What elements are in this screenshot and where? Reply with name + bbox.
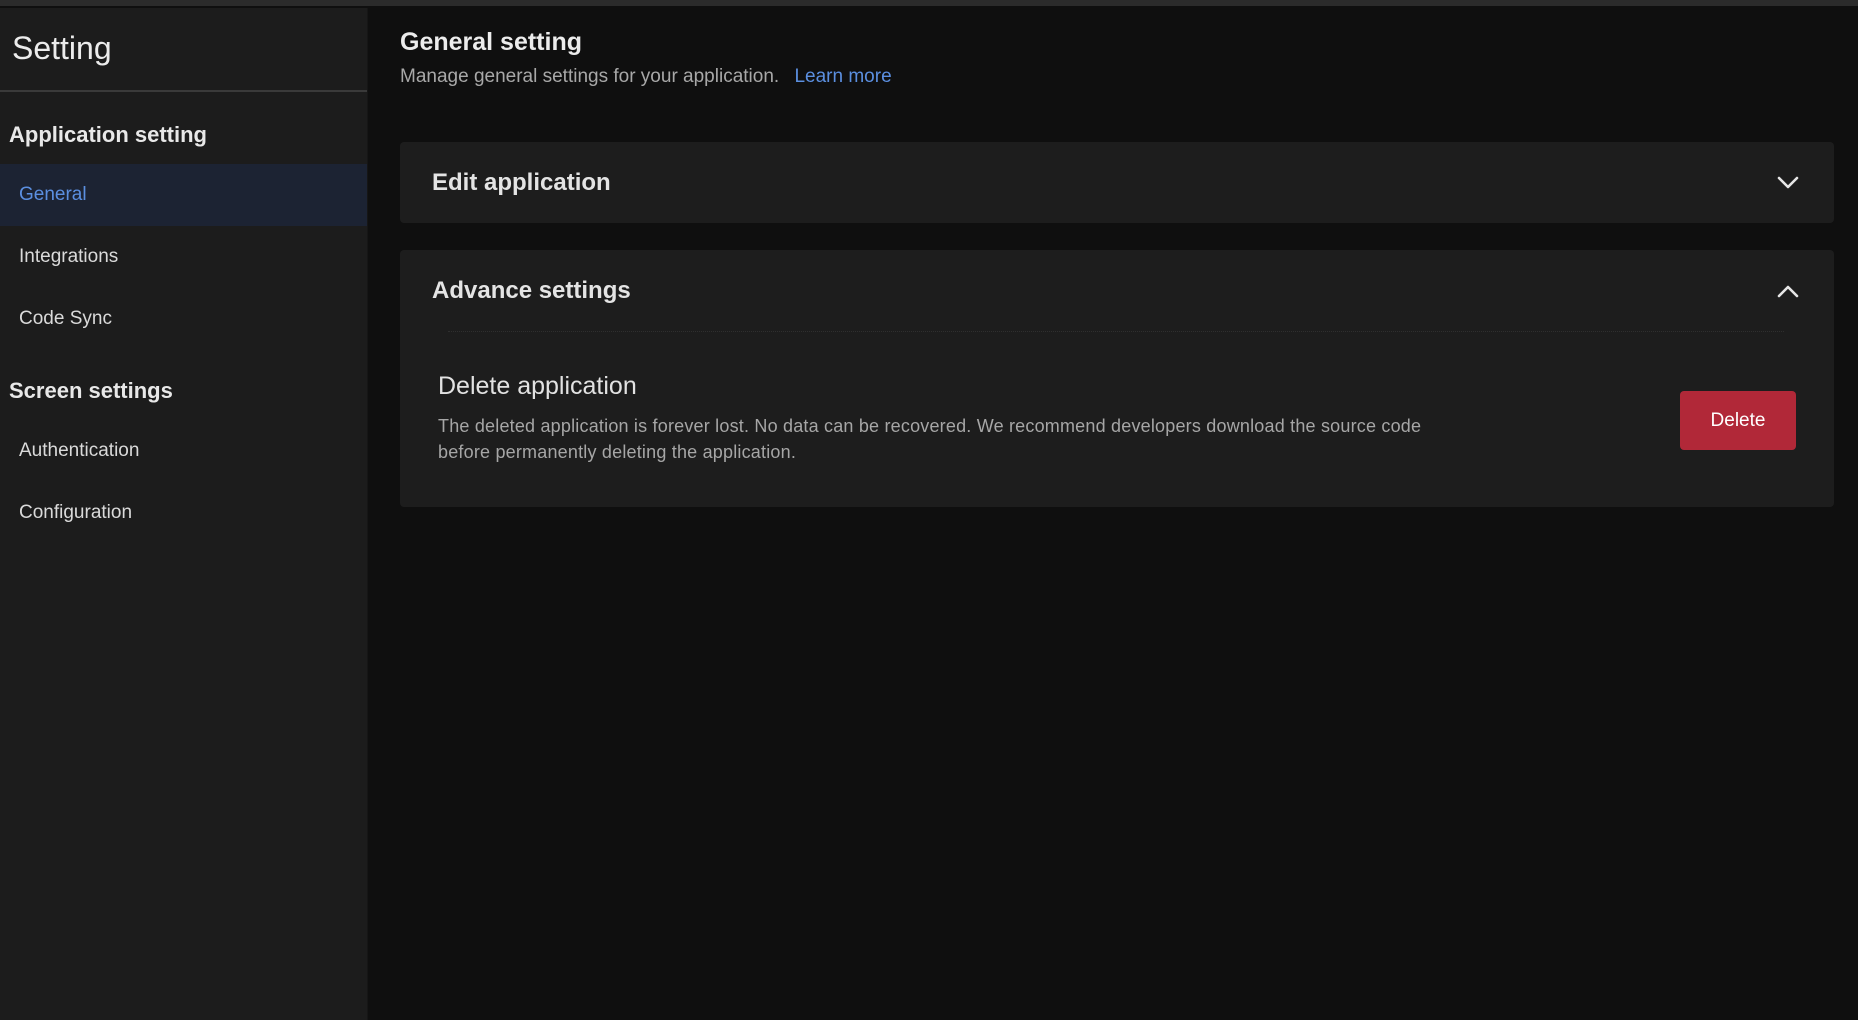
chevron-down-icon[interactable]: [1774, 169, 1802, 197]
section-heading-screen: Screen settings: [9, 378, 173, 403]
edit-application-header[interactable]: Edit application: [400, 142, 1834, 223]
delete-application-title: Delete application: [438, 372, 637, 400]
sidebar-title: Setting: [0, 8, 367, 92]
delete-button[interactable]: Delete: [1680, 391, 1796, 450]
panel-title: Advance settings: [432, 276, 631, 304]
advance-settings-panel: Advance settings Delete application The …: [400, 250, 1834, 507]
panel-title: Edit application: [432, 168, 611, 196]
delete-application-description: The deleted application is forever lost.…: [438, 416, 1422, 462]
edit-application-panel: Edit application: [400, 142, 1834, 223]
page-description-text: Manage general settings for your applica…: [400, 66, 780, 87]
section-heading-application: Application setting: [9, 122, 207, 147]
sidebar-item-label: General: [19, 184, 87, 205]
sidebar-item-code-sync[interactable]: Code Sync: [0, 288, 367, 350]
sidebar-item-integrations[interactable]: Integrations: [0, 226, 367, 288]
sidebar-item-authentication[interactable]: Authentication: [0, 420, 367, 482]
advance-settings-header[interactable]: Advance settings: [400, 250, 1834, 331]
sidebar-item-configuration[interactable]: Configuration: [0, 482, 367, 544]
learn-more-link[interactable]: Learn more: [794, 66, 891, 87]
sidebar-item-label: Integrations: [19, 246, 119, 267]
chevron-up-icon[interactable]: [1774, 277, 1802, 305]
sidebar: Setting Application setting General Inte…: [0, 8, 368, 1020]
delete-application-row: Delete application The deleted applicati…: [438, 372, 1798, 465]
sidebar-item-label: Authentication: [19, 440, 140, 461]
top-bar: [0, 0, 1858, 6]
sidebar-item-label: Configuration: [19, 502, 133, 523]
page-title: General setting: [400, 28, 582, 56]
divider: [448, 331, 1784, 332]
sidebar-item-label: Code Sync: [19, 308, 112, 329]
page-description: Manage general settings for your applica…: [400, 66, 892, 88]
sidebar-item-general[interactable]: General: [0, 164, 367, 226]
